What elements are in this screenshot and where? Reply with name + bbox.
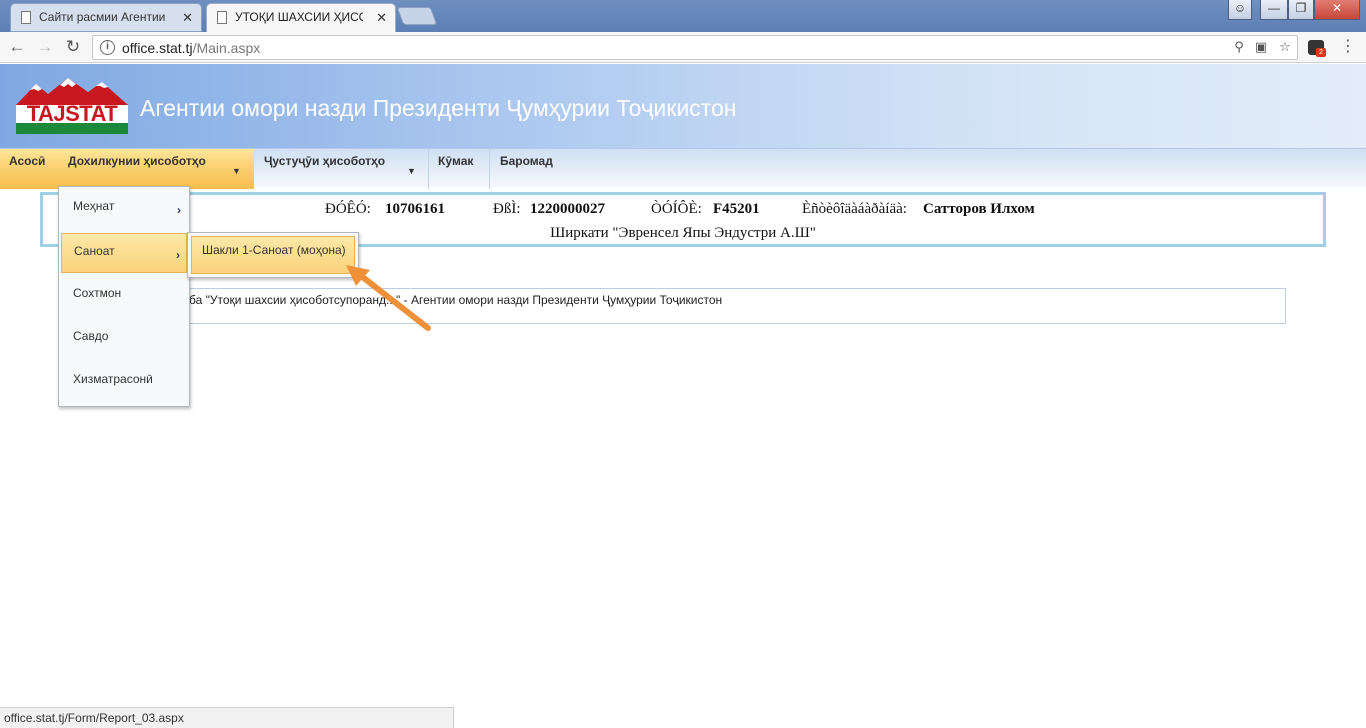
- report-message-text: ба "Утоқи шахсии ҳисоботсупоранд..." - А…: [189, 293, 723, 307]
- extension-icon[interactable]: 2: [1308, 40, 1326, 57]
- okpo-value: 10706161: [385, 201, 445, 217]
- address-url: office.stat.tj/Main.aspx: [122, 40, 260, 56]
- inn-value: 1220000027: [530, 201, 605, 217]
- reload-icon[interactable]: ↻: [62, 36, 84, 58]
- window-close-button[interactable]: ✕: [1314, 0, 1360, 20]
- menu-item-label: Сохтмон: [73, 286, 122, 300]
- inn-label: ÐßÌ:: [493, 201, 521, 217]
- nav-home-label: Асосӣ: [9, 154, 46, 168]
- browser-menu-icon[interactable]: ⋮: [1340, 37, 1356, 57]
- logo-text: TAJSTAT: [16, 103, 128, 125]
- industry-submenu: Шакли 1-Саноат (моҳона): [187, 232, 359, 278]
- new-tab-button[interactable]: [396, 7, 438, 25]
- annotation-arrow-icon: [346, 265, 431, 331]
- translate-icon[interactable]: ▣: [1253, 39, 1269, 55]
- user-profile-button[interactable]: ☺: [1228, 0, 1252, 20]
- submenu-item-label: Шакли 1-Саноат (моҳона): [202, 243, 346, 257]
- nav-logout[interactable]: Баромад: [490, 149, 570, 189]
- menu-item-services[interactable]: Хизматрасонӣ: [61, 362, 187, 402]
- bookmark-star-icon[interactable]: ☆: [1277, 39, 1293, 55]
- nav-help-label: Кӯмак: [438, 154, 474, 168]
- menu-item-construction[interactable]: Сохтмон: [61, 276, 187, 316]
- menu-item-labor[interactable]: Меҳнат ›: [61, 189, 187, 229]
- user-value: Сатторов Илхом: [923, 201, 1035, 217]
- nav-submit-reports-label: Дохилкунии ҳисоботҳо: [68, 154, 206, 168]
- nav-search-reports[interactable]: Ҷустуҷӯи ҳисоботҳо ▼: [254, 149, 428, 189]
- chevron-right-icon: ›: [176, 248, 180, 262]
- tajstat-logo[interactable]: TAJSTAT: [16, 78, 128, 134]
- site-title: Агентии омори назди Президенти Ҷумҳурии …: [140, 95, 737, 121]
- minimize-button[interactable]: —: [1260, 0, 1288, 20]
- extension-badge: 2: [1316, 48, 1326, 57]
- maximize-button[interactable]: ❐: [1288, 0, 1314, 20]
- address-bar[interactable]: i office.stat.tj/Main.aspx ⚲ ▣ ☆: [92, 35, 1298, 60]
- chevron-right-icon: ›: [177, 203, 181, 217]
- url-path: /Main.aspx: [192, 40, 261, 56]
- nav-submit-reports[interactable]: Дохилкунии ҳисоботҳо ▼: [58, 149, 254, 189]
- tab-title: Сайти расмии Агентии: [39, 10, 166, 24]
- browser-toolbar: ← → ↻ i office.stat.tj/Main.aspx ⚲ ▣ ☆ 2…: [0, 32, 1366, 63]
- browser-tab-strip: Сайти расмии Агентии ✕ УТОҚИ ШАХСИИ ҲИСО…: [0, 0, 1366, 32]
- site-info-icon[interactable]: i: [100, 40, 115, 55]
- menu-item-label: Савдо: [73, 329, 109, 343]
- key-icon[interactable]: ⚲: [1231, 39, 1247, 55]
- okved-value: F45201: [713, 201, 760, 217]
- tab-title: УТОҚИ ШАХСИИ ҲИСОБ: [235, 10, 363, 24]
- nav-home[interactable]: Асосӣ: [0, 149, 58, 189]
- url-host: office.stat.tj: [122, 40, 193, 56]
- nav-search-reports-label: Ҷустуҷӯи ҳисоботҳо: [264, 154, 386, 168]
- browser-tab-office[interactable]: УТОҚИ ШАХСИИ ҲИСОБ ✕: [206, 3, 396, 32]
- menu-item-label: Хизматрасонӣ: [73, 372, 153, 386]
- page-icon: [21, 11, 31, 24]
- browser-status-bar: office.stat.tj/Form/Report_03.aspx: [0, 707, 454, 728]
- back-arrow-icon[interactable]: ←: [6, 36, 28, 58]
- menu-item-label: Меҳнат: [73, 199, 115, 213]
- forward-arrow-icon[interactable]: →: [34, 36, 56, 58]
- nav-help[interactable]: Кӯмак: [429, 149, 489, 189]
- menu-item-label: Саноат: [74, 244, 115, 258]
- nav-logout-label: Баромад: [500, 154, 553, 168]
- page-icon: [217, 11, 227, 24]
- menu-item-industry[interactable]: Саноат ›: [61, 233, 187, 273]
- okved-label: ÒÓÍÔÈ:: [651, 201, 702, 217]
- browser-tab-agency-site[interactable]: Сайти расмии Агентии ✕: [10, 3, 202, 32]
- user-label: Èñòèôîäàáàðàíäà:: [802, 201, 907, 217]
- close-tab-icon[interactable]: ✕: [182, 4, 193, 31]
- close-tab-icon[interactable]: ✕: [376, 4, 387, 31]
- main-nav-bar: Асосӣ Дохилкунии ҳисоботҳо ▼ Ҷустуҷӯи ҳи…: [0, 148, 1366, 189]
- menu-item-trade[interactable]: Савдо: [61, 319, 187, 359]
- report-message-box: ба "Утоқи шахсии ҳисоботсупоранд..." - А…: [60, 288, 1286, 324]
- chevron-down-icon: ▼: [407, 166, 416, 176]
- submit-reports-dropdown: Меҳнат › Саноат › Сохтмон Савдо Хизматра…: [58, 186, 190, 407]
- submenu-item-form-1-industry[interactable]: Шакли 1-Саноат (моҳона): [191, 236, 355, 274]
- chevron-down-icon: ▼: [232, 166, 241, 176]
- status-url: office.stat.tj/Form/Report_03.aspx: [4, 711, 184, 725]
- site-header: TAJSTAT Агентии омори назди Президенти Ҷ…: [0, 64, 1366, 148]
- okpo-label: ÐÓÊÓ:: [325, 201, 371, 217]
